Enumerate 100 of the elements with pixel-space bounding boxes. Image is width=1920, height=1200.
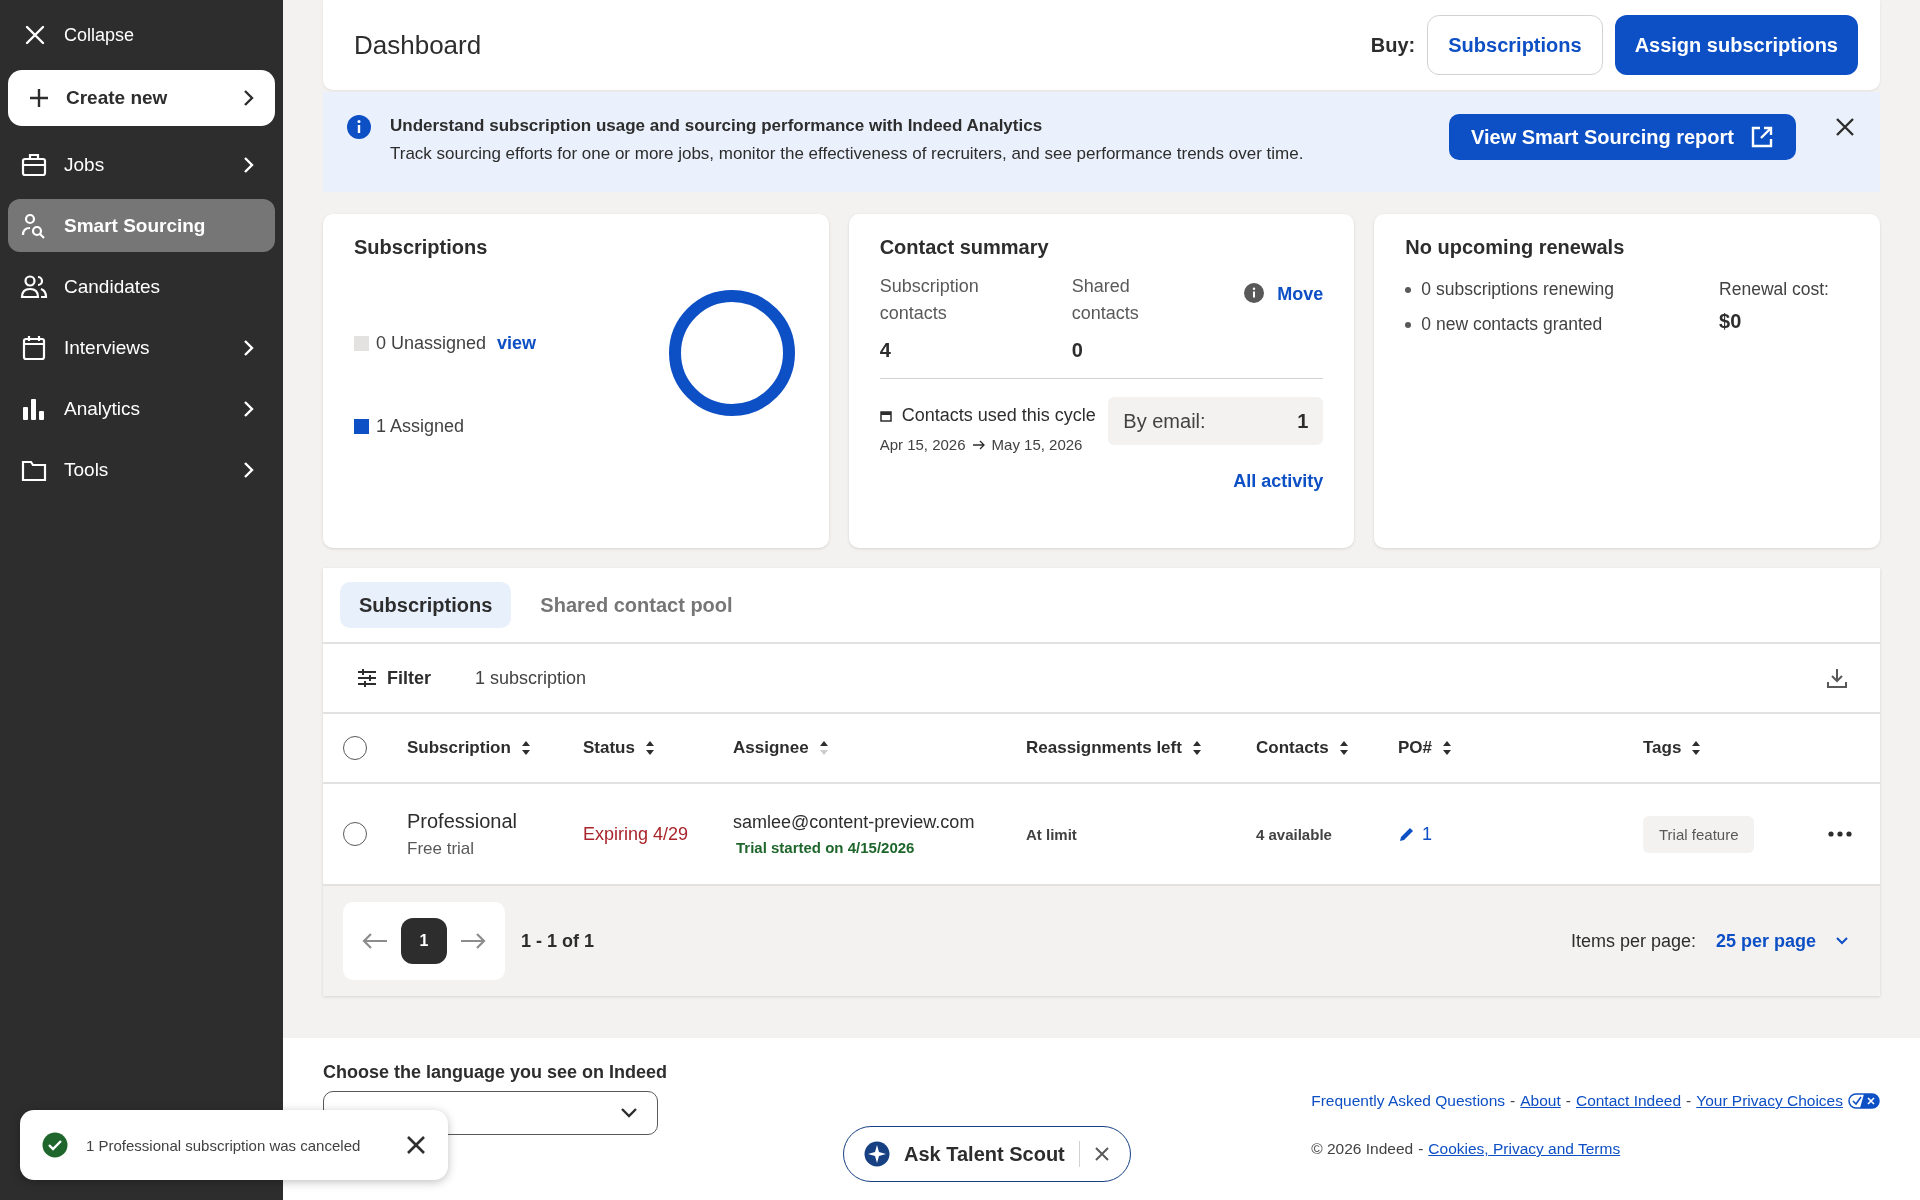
stat-value: 4 xyxy=(879,339,892,362)
chevron-right-icon xyxy=(243,155,255,174)
column-header[interactable]: Contacts xyxy=(1256,738,1398,758)
close-icon[interactable] xyxy=(1834,116,1856,138)
banner-title: Understand subscription usage and sourcing performance with Indeed Analytics xyxy=(390,116,1044,136)
column-header[interactable]: Assignee xyxy=(733,738,1026,758)
page-range: 1 - 1 of 1 xyxy=(521,930,595,952)
download-icon[interactable] xyxy=(1826,667,1848,689)
calendar-icon xyxy=(879,409,892,422)
footer-link[interactable]: Contact Indeed xyxy=(1575,1092,1682,1110)
subscriptions-button[interactable]: Subscriptions xyxy=(1427,15,1603,75)
view-link[interactable]: view xyxy=(497,333,537,354)
chevron-right-icon xyxy=(243,338,255,357)
chevron-right-icon xyxy=(243,460,255,479)
sidebar-item[interactable]: Candidates xyxy=(8,260,275,313)
sidebar-item[interactable]: Jobs xyxy=(8,138,275,191)
footer-link[interactable]: Cookies, Privacy and Terms xyxy=(1428,1140,1621,1158)
stat-label: Shared contacts xyxy=(1071,275,1140,325)
separator: - xyxy=(1686,1092,1692,1110)
card-title: Subscriptions xyxy=(354,236,489,259)
column-header[interactable]: Status xyxy=(583,738,733,758)
footer-link[interactable]: Frequently Asked Questions xyxy=(1311,1092,1506,1110)
chevron-down-icon xyxy=(1836,937,1848,945)
sidebar-item[interactable]: Tools xyxy=(8,443,275,496)
more-icon[interactable] xyxy=(1828,831,1852,837)
create-new-button[interactable]: Create new xyxy=(8,70,275,126)
card-title: No upcoming renewals xyxy=(1405,236,1626,259)
bullet-icon xyxy=(1405,321,1412,328)
plus-icon xyxy=(28,87,50,109)
plan-type: Free trial xyxy=(407,838,476,859)
filter-button[interactable]: Filter xyxy=(351,666,437,690)
privacy-toggle-icon xyxy=(1848,1093,1880,1109)
info-icon[interactable] xyxy=(1243,283,1264,303)
renewal-cost-label: Renewal cost: xyxy=(1719,279,1829,300)
close-icon[interactable] xyxy=(406,1135,426,1155)
po-number: 1 xyxy=(1422,823,1432,845)
close-icon[interactable] xyxy=(1093,1146,1110,1162)
renewal-item: 0 new contacts granted xyxy=(1421,314,1603,335)
bullet-icon xyxy=(1405,286,1412,293)
all-activity-link[interactable]: All activity xyxy=(1233,471,1324,491)
toast-message: 1 Professional subscription was canceled xyxy=(86,1136,362,1154)
chevron-right-icon xyxy=(243,399,255,418)
chevron-right-icon xyxy=(243,89,255,107)
arrow-right-icon[interactable] xyxy=(459,932,487,950)
arrow-left-icon[interactable] xyxy=(361,932,389,950)
legend-label: 1 Assigned xyxy=(376,416,465,437)
footer-link[interactable]: About xyxy=(1520,1092,1561,1110)
tab[interactable]: Subscriptions xyxy=(340,582,512,628)
view-report-button[interactable]: View Smart Sourcing report xyxy=(1448,114,1796,160)
language-label: Choose the language you see on Indeed xyxy=(323,1062,669,1083)
copyright: © 2026 Indeed xyxy=(1311,1140,1414,1158)
cycle-start-date: Apr 15, 2026 xyxy=(879,436,966,453)
chevron-down-icon xyxy=(621,1108,637,1118)
collapse-button[interactable]: Collapse xyxy=(8,0,275,70)
card-title: Contact summary xyxy=(879,236,1050,259)
assign-subscriptions-button[interactable]: Assign subscriptions xyxy=(1614,15,1858,75)
pencil-icon[interactable] xyxy=(1398,825,1416,843)
info-icon xyxy=(346,114,372,140)
stat-value: 0 xyxy=(1071,339,1084,362)
people-icon xyxy=(20,272,48,301)
legend-label: 0 Unassigned xyxy=(376,333,487,354)
cycle-end-date: May 15, 2026 xyxy=(991,436,1083,453)
tag: Trial feature xyxy=(1643,815,1755,853)
footer-link[interactable]: Your Privacy Choices xyxy=(1696,1092,1843,1110)
sparkle-icon xyxy=(864,1141,890,1167)
renewal-cost-value: $0 xyxy=(1719,310,1743,333)
items-per-page-label: Items per page: xyxy=(1570,930,1696,952)
stat-label: Subscription contacts xyxy=(879,275,980,325)
reassignments-cell-text: At limit xyxy=(1026,825,1078,843)
arrow-right-icon xyxy=(971,439,986,450)
banner-text: Track sourcing efforts for one or more jobs, monitor the effectiveness of recruiters, and see performance trends over time. xyxy=(390,144,1305,164)
calendar-icon xyxy=(20,333,48,362)
buy-label: Buy: xyxy=(1370,33,1416,57)
sidebar-item[interactable]: Smart Sourcing xyxy=(8,199,275,252)
column-header[interactable]: Reassignments left xyxy=(1026,738,1256,758)
page-title: Dashboard xyxy=(354,29,483,61)
move-link[interactable]: Move xyxy=(1277,284,1324,305)
close-icon xyxy=(24,24,46,46)
renewal-item: 0 subscriptions renewing xyxy=(1421,279,1614,300)
page-number-button[interactable]: 1 xyxy=(401,918,447,964)
column-header[interactable]: PO# xyxy=(1398,738,1643,758)
trial-note: Trial started on 4/15/2026 xyxy=(735,839,916,856)
assignee-email: samlee@content-preview.com xyxy=(733,812,976,833)
sidebar-item[interactable]: Interviews xyxy=(8,321,275,374)
cycle-label: Contacts used this cycle xyxy=(901,405,1096,426)
subscription-count: 1 subscription xyxy=(475,667,587,689)
sidebar-item[interactable]: Analytics xyxy=(8,382,275,435)
sliders-icon xyxy=(357,669,377,687)
tab[interactable]: Shared contact pool xyxy=(521,582,752,628)
external-link-icon xyxy=(1750,125,1774,149)
separator: - xyxy=(1418,1140,1424,1158)
email-label: By email: xyxy=(1123,409,1206,433)
column-header[interactable]: Subscription xyxy=(373,738,583,758)
status-cell-text: Expiring 4/29 xyxy=(583,823,690,845)
separator: - xyxy=(1565,1092,1571,1110)
contacts-cell-text: 4 available xyxy=(1256,825,1333,843)
success-icon xyxy=(42,1132,68,1158)
email-count: 1 xyxy=(1297,409,1309,433)
per-page-select[interactable]: 25 per page xyxy=(1711,926,1852,956)
column-header[interactable]: Tags xyxy=(1643,738,1803,758)
